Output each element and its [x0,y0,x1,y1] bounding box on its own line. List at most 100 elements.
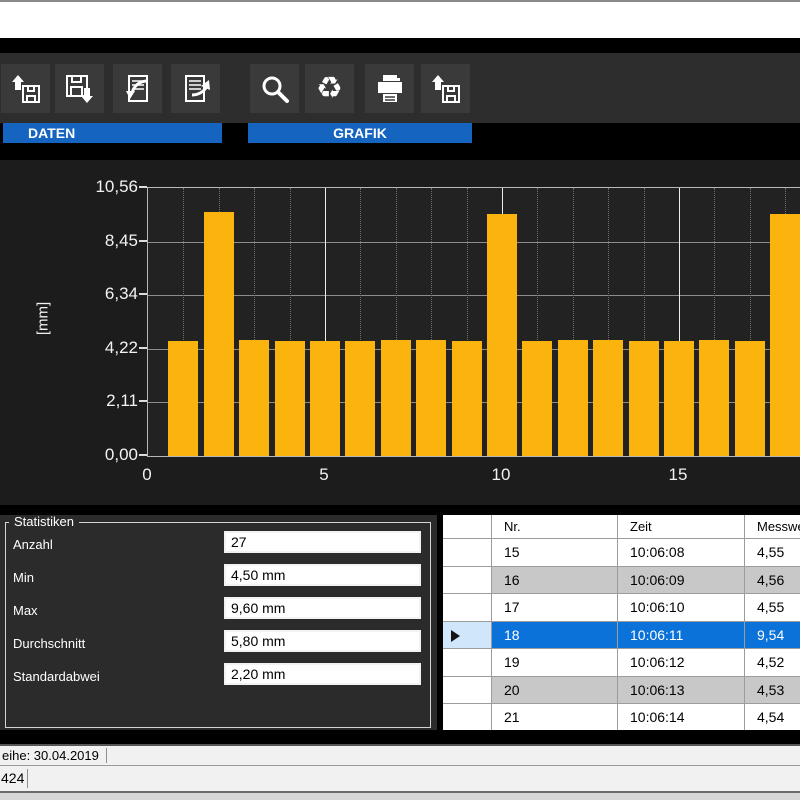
current-row-arrow-icon [451,630,460,642]
chart-bar-7 [381,340,411,456]
floppy-export-icon [430,73,462,105]
x-tick-label: 10 [478,465,524,485]
recycle-icon: ♻ [316,74,343,104]
table-cell[interactable]: 4,54 [745,704,800,730]
table-cell[interactable]: 16 [492,567,618,595]
table-cell[interactable]: 10:06:10 [618,594,745,622]
daten-label: DATEN [28,125,75,141]
table-header-row: Nr.ZeitMesswert [443,515,800,539]
statistics-panel: Statistiken AnzahlMinMaxDurchschnittStan… [0,515,437,730]
y-tick-mark [139,400,147,402]
magnifier-icon [259,73,291,105]
table-cell[interactable]: 10:06:14 [618,704,745,730]
stat-input-max[interactable] [224,597,421,619]
column-header-nr[interactable]: Nr. [492,515,618,539]
table-row-15[interactable]: 1510:06:084,55 [443,539,800,567]
table-row-16[interactable]: 1610:06:094,56 [443,567,800,595]
zoom-button[interactable] [250,64,299,113]
table-row-19[interactable]: 1910:06:124,52 [443,649,800,677]
table-cell[interactable]: 4,56 [745,567,800,595]
table-cell[interactable]: 10:06:08 [618,539,745,567]
table-cell[interactable]: 4,53 [745,677,800,705]
y-tick-label: 4,22 [62,338,138,358]
stat-label-max: Max [13,603,38,618]
refresh-button[interactable]: ♻ [305,64,354,113]
y-tick-label: 6,34 [62,284,138,304]
stat-input-standardabwei[interactable] [224,663,421,685]
statistics-groupbox-legend: Statistiken [9,515,79,529]
section-label-daten: DATEN [3,123,222,143]
document-export-icon [180,73,212,105]
table-row-21[interactable]: 2110:06:144,54 [443,704,800,730]
gridline-horizontal [148,295,800,296]
toolbar: ♻ [0,53,800,123]
save-graphic-button[interactable] [421,64,470,113]
table-row-20[interactable]: 2010:06:134,53 [443,677,800,705]
row-selector-cell[interactable] [443,704,492,730]
export-report-button[interactable] [171,64,220,113]
chart-bar-17 [735,341,765,456]
table-cell[interactable]: 4,52 [745,649,800,677]
table-cell[interactable]: 10:06:09 [618,567,745,595]
stat-label-anzahl: Anzahl [13,537,53,552]
row-selector-cell[interactable] [443,567,492,595]
section-label-grafik: GRAFIK [248,123,472,143]
row-selector-cell[interactable] [443,594,492,622]
table-cell[interactable]: 19 [492,649,618,677]
grafik-label: GRAFIK [333,125,387,141]
table-cell[interactable]: 4,55 [745,539,800,567]
statusbar-date: eihe: 30.04.2019 [0,744,800,766]
stat-label-durchschnitt: Durchschnitt [13,636,85,651]
table-cell[interactable]: 10:06:13 [618,677,745,705]
y-tick-label: 2,11 [62,391,138,411]
table-cell[interactable]: 20 [492,677,618,705]
column-header-messwert[interactable]: Messwert [745,515,800,539]
table-row-17[interactable]: 1710:06:104,55 [443,594,800,622]
print-button[interactable] [365,64,414,113]
save-data-button[interactable] [55,64,104,113]
stat-input-anzahl[interactable] [224,531,421,553]
table-cell[interactable]: 9,54 [745,622,800,650]
titlebar-divider [0,38,800,53]
row-selector-cell[interactable] [443,622,492,650]
chart-bar-2 [204,212,234,456]
chart-bar-4 [275,341,305,456]
app-window: ♻ DATEN GRAFIK [mm] 0,002,114,226,348,45… [0,0,800,800]
x-tick-label: 0 [124,465,170,485]
x-tick-label: 5 [301,465,347,485]
y-axis-title: [mm] [35,296,52,342]
y-tick-label: 0,00 [62,445,138,465]
row-selector-cell[interactable] [443,649,492,677]
chart-bar-12 [558,340,588,456]
chart-bar-18 [770,214,800,456]
statusbar-device: 424 [0,766,800,793]
table-cell[interactable]: 10:06:12 [618,649,745,677]
stat-input-durchschnitt[interactable] [224,630,421,652]
stat-label-min: Min [13,570,34,585]
table-cell[interactable]: 21 [492,704,618,730]
import-report-button[interactable] [113,64,162,113]
chart-plot-area [147,187,800,457]
stat-input-min[interactable] [224,564,421,586]
table-cell[interactable]: 18 [492,622,618,650]
y-tick-label: 10,56 [62,177,138,197]
table-cell[interactable]: 17 [492,594,618,622]
measurement-table: Nr.ZeitMesswert1510:06:084,551610:06:094… [443,515,800,730]
window-bottom-strip [0,793,800,800]
table-row-18[interactable]: 1810:06:119,54 [443,622,800,650]
chart-bar-9 [452,341,482,456]
row-selector-cell[interactable] [443,515,492,539]
chart-bar-15 [664,341,694,456]
chart-bar-1 [168,341,198,456]
table-cell[interactable]: 4,55 [745,594,800,622]
table-cell[interactable]: 10:06:11 [618,622,745,650]
chart-bar-3 [239,340,269,456]
table-cell[interactable]: 15 [492,539,618,567]
load-data-button[interactable] [1,64,50,113]
row-selector-cell[interactable] [443,677,492,705]
document-import-icon [122,73,154,105]
y-tick-mark [139,347,147,349]
gridline-horizontal [148,242,800,243]
row-selector-cell[interactable] [443,539,492,567]
column-header-zeit[interactable]: Zeit [618,515,745,539]
